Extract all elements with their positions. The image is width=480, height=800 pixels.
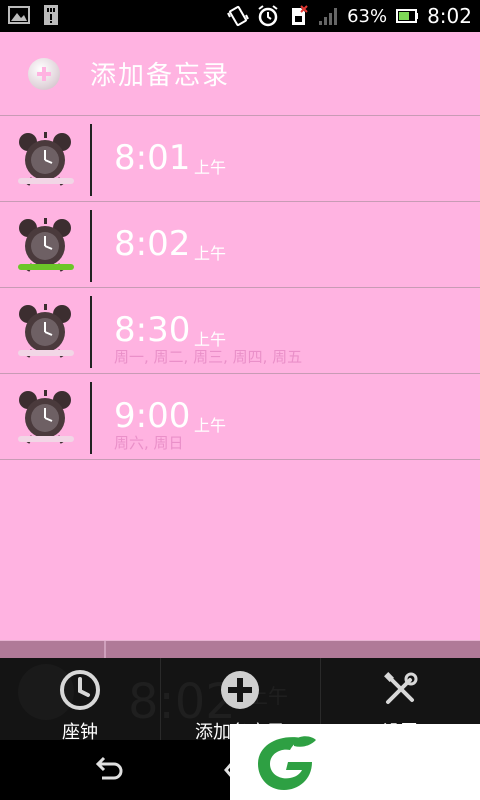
alarm-ampm: 上午 [194, 416, 227, 435]
status-time: 8:02 [427, 4, 472, 28]
alarm-repeat-days: 周六, 周日 [114, 434, 184, 452]
alarm-toggle-indicator[interactable] [18, 178, 74, 184]
alarm-row[interactable]: 8:02 上午 [0, 202, 480, 288]
clock-icon [60, 670, 100, 710]
leaf-logo-icon [258, 736, 316, 790]
sim-missing-icon [292, 5, 308, 25]
signal-icon [319, 8, 338, 25]
battery-percent: 63% [347, 5, 388, 27]
plus-circle-icon [221, 671, 259, 709]
alarm-time: 8:30 [114, 310, 191, 350]
divider [90, 124, 92, 196]
divider [90, 382, 92, 454]
add-memo-row[interactable]: 添加备忘录 [0, 32, 480, 116]
alarm-time: 9:00 [114, 396, 191, 436]
desk-clock-strip [0, 640, 480, 659]
add-circle-icon [28, 57, 60, 90]
alarm-row[interactable]: 8:30 上午 周一, 周二, 周三, 周四, 周五 [0, 288, 480, 374]
add-memo-label: 添加备忘录 [90, 61, 231, 91]
status-bar: 63% 8:02 [0, 0, 480, 32]
alarm-toggle-indicator[interactable] [18, 264, 74, 270]
divider [90, 210, 92, 282]
alarm-ampm: 上午 [194, 158, 227, 177]
alarm-ampm: 上午 [194, 244, 227, 263]
divider [104, 641, 106, 659]
alarm-row[interactable]: 9:00 上午 周六, 周日 [0, 374, 480, 460]
back-icon[interactable] [90, 756, 124, 784]
alarm-repeat-days: 周一, 周二, 周三, 周四, 周五 [114, 348, 303, 366]
alarm-clock-icon [258, 5, 278, 27]
alarm-time: 8:02 [114, 224, 191, 264]
vibrate-icon [227, 5, 249, 27]
gallery-icon [8, 6, 30, 24]
alarm-row[interactable]: 8:01 上午 [0, 116, 480, 202]
watermark-logo [230, 724, 480, 800]
sd-card-icon [44, 5, 58, 25]
alarm-list-panel: 添加备忘录 8:01 上午 8:02 上午 8:30 上午 周一, 周二, 周三… [0, 32, 480, 640]
alarm-toggle-indicator[interactable] [18, 436, 74, 442]
divider [90, 296, 92, 368]
battery-icon [396, 9, 419, 23]
tools-icon [384, 672, 418, 704]
alarm-time: 8:01 [114, 138, 191, 178]
desk-clock-button[interactable]: 座钟 [0, 658, 160, 743]
alarm-toggle-indicator[interactable] [18, 350, 74, 356]
